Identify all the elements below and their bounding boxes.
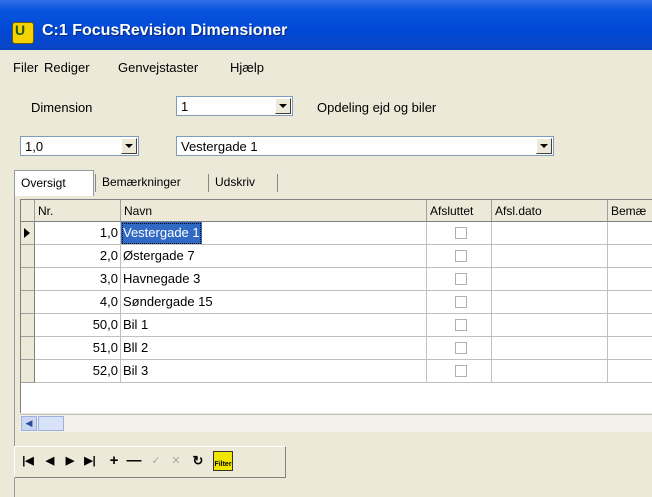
cell-bemaerkning[interactable] xyxy=(608,360,652,383)
column-header-navn[interactable]: Navn xyxy=(121,200,427,222)
cell-bemaerkning[interactable] xyxy=(608,291,652,314)
cell-nr[interactable]: 50,0 xyxy=(35,314,121,337)
menu-bar: Filer Rediger Genvejstaster Hjælp xyxy=(0,53,652,83)
table-row[interactable]: 50,0 Bil 1 xyxy=(21,314,652,337)
insert-record-icon[interactable]: + xyxy=(105,452,123,470)
title-bar: U C:1 FocusRevision Dimensioner xyxy=(0,0,652,50)
cell-navn[interactable]: Bll 2 xyxy=(121,337,427,360)
dimension-select[interactable]: 1 xyxy=(176,96,293,116)
menu-genvejstaster[interactable]: Genvejstaster xyxy=(118,60,198,75)
cell-bemaerkning[interactable] xyxy=(608,337,652,360)
table-row[interactable]: 52,0 Bil 3 xyxy=(21,360,652,383)
horizontal-scrollbar[interactable]: ◀ xyxy=(20,414,652,432)
cell-nr[interactable]: 3,0 xyxy=(35,268,121,291)
cell-navn[interactable]: Havnegade 3 xyxy=(121,268,427,291)
dimension-select-value: 1 xyxy=(181,99,189,114)
column-header-afsl-dato[interactable]: Afsl.dato xyxy=(492,200,608,222)
grid-corner xyxy=(21,200,35,222)
chevron-down-icon[interactable] xyxy=(121,138,137,154)
table-row[interactable]: 4,0 Søndergade 15 xyxy=(21,291,652,314)
next-record-icon[interactable]: ▶ xyxy=(61,452,79,470)
cancel-edit-icon[interactable]: ✕ xyxy=(167,452,185,470)
cell-navn[interactable]: Østergade 7 xyxy=(121,245,427,268)
cell-nr[interactable]: 51,0 xyxy=(35,337,121,360)
afsluttet-checkbox[interactable] xyxy=(455,296,467,308)
first-record-icon[interactable]: |◀ xyxy=(19,452,37,470)
cell-afsl-dato[interactable] xyxy=(492,245,608,268)
row-indicator[interactable] xyxy=(21,291,35,314)
afsluttet-checkbox[interactable] xyxy=(455,250,467,262)
tab-oversigt[interactable]: Oversigt xyxy=(14,170,94,196)
afsluttet-checkbox[interactable] xyxy=(455,365,467,377)
cell-bemaerkning[interactable] xyxy=(608,268,652,291)
scroll-thumb[interactable] xyxy=(38,416,64,431)
cell-afsl-dato[interactable] xyxy=(492,222,608,245)
row-indicator[interactable] xyxy=(21,314,35,337)
column-header-bemaerkning[interactable]: Bemæ xyxy=(608,200,652,222)
number-select-value: 1,0 xyxy=(25,139,44,154)
cell-navn[interactable]: Vestergade 1 xyxy=(121,222,202,244)
cell-afsl-dato[interactable] xyxy=(492,314,608,337)
cell-navn[interactable]: Bil 3 xyxy=(121,360,427,383)
refresh-icon[interactable]: ↻ xyxy=(189,452,207,470)
cell-afsl-dato[interactable] xyxy=(492,360,608,383)
cell-nr[interactable]: 4,0 xyxy=(35,291,121,314)
tab-bemaerkninger[interactable]: Bemærkninger xyxy=(96,170,187,194)
number-select[interactable]: 1,0 xyxy=(20,136,139,156)
column-header-afsluttet[interactable]: Afsluttet xyxy=(427,200,492,222)
records-grid[interactable]: Nr. Navn Afsluttet Afsl.dato Bemæ 1,0 Ve… xyxy=(20,199,652,413)
cell-nr[interactable]: 1,0 xyxy=(35,222,121,245)
post-edit-icon[interactable]: ✓ xyxy=(147,452,165,470)
afsluttet-checkbox[interactable] xyxy=(455,273,467,285)
row-indicator[interactable] xyxy=(21,245,35,268)
record-navigator: |◀ ◀ ▶ ▶| + — ✓ ✕ ↻ Filter xyxy=(14,446,286,478)
row-indicator[interactable] xyxy=(21,337,35,360)
dimension-description: Opdeling ejd og biler xyxy=(317,100,437,115)
filter-icon[interactable]: Filter xyxy=(213,451,233,471)
row-indicator[interactable] xyxy=(21,222,35,245)
chevron-down-icon[interactable] xyxy=(536,138,552,154)
row-indicator[interactable] xyxy=(21,268,35,291)
column-header-nr[interactable]: Nr. xyxy=(35,200,121,222)
cell-bemaerkning[interactable] xyxy=(608,222,652,245)
table-row[interactable]: 2,0 Østergade 7 xyxy=(21,245,652,268)
window-title: C:1 FocusRevision Dimensioner xyxy=(42,22,288,39)
chevron-down-icon[interactable] xyxy=(275,98,291,114)
cell-nr[interactable]: 52,0 xyxy=(35,360,121,383)
cell-navn[interactable]: Bil 1 xyxy=(121,314,427,337)
dimension-label: Dimension xyxy=(31,100,93,115)
cell-nr[interactable]: 2,0 xyxy=(35,245,121,268)
menu-filer[interactable]: Filer xyxy=(13,60,38,75)
row-indicator[interactable] xyxy=(21,360,35,383)
delete-record-icon[interactable]: — xyxy=(125,452,143,470)
afsluttet-checkbox[interactable] xyxy=(455,342,467,354)
name-select-value: Vestergade 1 xyxy=(181,139,258,154)
scroll-left-icon[interactable]: ◀ xyxy=(21,416,37,431)
menu-rediger[interactable]: Rediger xyxy=(44,60,90,75)
table-row[interactable]: 51,0 Bll 2 xyxy=(21,337,652,360)
afsluttet-checkbox[interactable] xyxy=(455,227,467,239)
prior-record-icon[interactable]: ◀ xyxy=(41,452,59,470)
cell-bemaerkning[interactable] xyxy=(608,314,652,337)
name-select[interactable]: Vestergade 1 xyxy=(176,136,554,156)
cell-bemaerkning[interactable] xyxy=(608,245,652,268)
cell-afsl-dato[interactable] xyxy=(492,337,608,360)
afsluttet-checkbox[interactable] xyxy=(455,319,467,331)
focus-app-icon[interactable]: U xyxy=(12,22,34,44)
last-record-icon[interactable]: ▶| xyxy=(81,452,99,470)
cell-afsl-dato[interactable] xyxy=(492,268,608,291)
table-row[interactable]: 1,0 Vestergade 1 xyxy=(21,222,652,245)
menu-hjaelp[interactable]: Hjælp xyxy=(230,60,264,75)
tab-udskriv[interactable]: Udskriv xyxy=(209,170,261,194)
cell-navn[interactable]: Søndergade 15 xyxy=(121,291,427,314)
table-row[interactable]: 3,0 Havnegade 3 xyxy=(21,268,652,291)
cell-afsl-dato[interactable] xyxy=(492,291,608,314)
